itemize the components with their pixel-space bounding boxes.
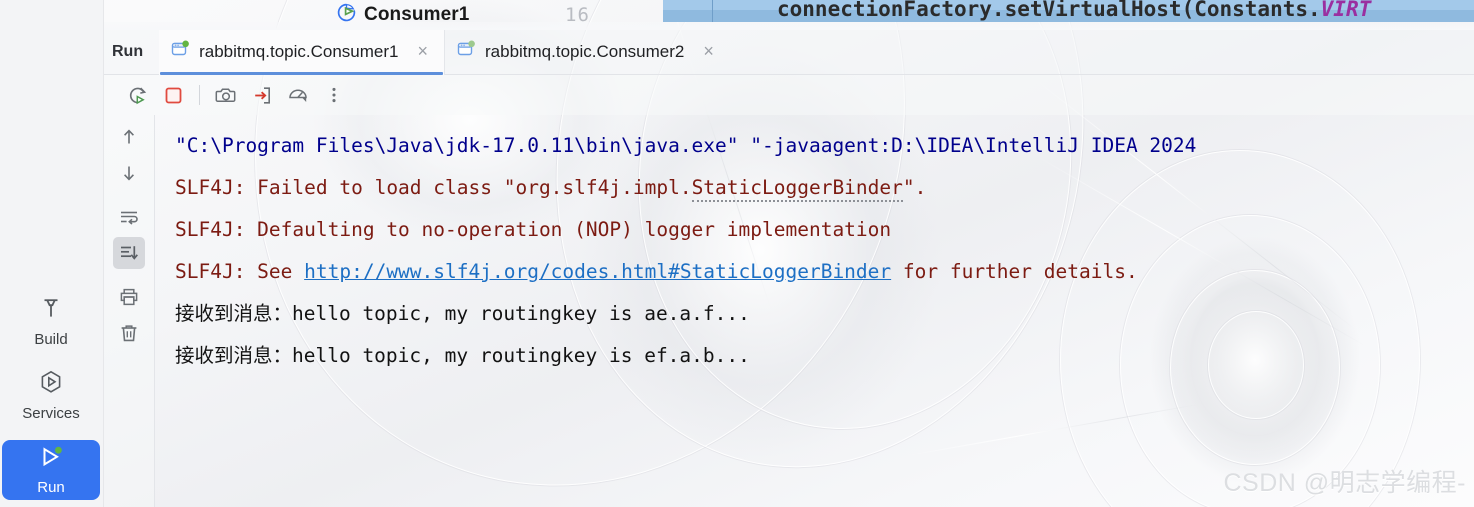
editor-code-text: connectionFactory.setVirtualHost(Constan… xyxy=(777,0,1321,21)
console-line: SLF4J: Defaulting to no-operation (NOP) … xyxy=(175,209,1474,251)
run-configuration-title: Consumer1 xyxy=(364,4,470,25)
console-line: SLF4J: Failed to load class "org.slf4j.i… xyxy=(175,167,1474,209)
console-error-text: SLF4J: Failed to load class "org.slf4j.i… xyxy=(175,176,692,199)
console-error-emphasis: StaticLoggerBinder xyxy=(691,176,903,202)
editor-peek-strip: 16 connectionFactory.setVirtualHost(Cons… xyxy=(0,0,1474,30)
console-line: SLF4J: See http://www.slf4j.org/codes.ht… xyxy=(175,251,1474,293)
editor-code-keyword: VIRT xyxy=(1320,0,1372,21)
sidebar-item-build[interactable]: Build xyxy=(2,289,100,353)
console-running-icon xyxy=(457,40,476,64)
hammer-icon xyxy=(38,295,64,326)
console-output-text: 接收到消息：hello topic, my routingkey is ef.a… xyxy=(175,344,750,367)
sidebar-item-services[interactable]: Services xyxy=(2,363,100,427)
console-running-icon xyxy=(171,40,190,64)
rerun-button[interactable] xyxy=(120,79,154,111)
console-command-text: "C:\Program Files\Java\jdk-17.0.11\bin\j… xyxy=(175,134,1197,157)
toolbar-divider xyxy=(199,85,200,105)
stop-button[interactable] xyxy=(156,79,190,111)
tab-consumer2[interactable]: rabbitmq.topic.Consumer2 × xyxy=(445,30,730,75)
scroll-to-end-icon[interactable] xyxy=(113,237,145,269)
tool-window-label: Run xyxy=(112,43,144,60)
sidebar-item-run[interactable]: Run xyxy=(2,440,100,500)
console-gutter xyxy=(104,115,155,507)
export-button[interactable] xyxy=(245,79,279,111)
tab-consumer1[interactable]: rabbitmq.topic.Consumer1 × xyxy=(159,29,444,75)
console-hyperlink[interactable]: http://www.slf4j.org/codes.html#StaticLo… xyxy=(304,260,891,283)
run-tab-row: Run rabbitmq.topic.Consumer1 × rabbitmq.… xyxy=(104,29,1474,75)
console-line: "C:\Program Files\Java\jdk-17.0.11\bin\j… xyxy=(175,125,1474,167)
close-icon[interactable]: × xyxy=(407,42,430,62)
down-arrow-icon[interactable] xyxy=(113,157,145,189)
console-body: "C:\Program Files\Java\jdk-17.0.11\bin\j… xyxy=(104,115,1474,507)
console-error-suffix: for further details. xyxy=(891,260,1138,283)
console-line: 接收到消息：hello topic, my routingkey is ae.a… xyxy=(175,293,1474,335)
close-icon[interactable]: × xyxy=(693,42,716,62)
screenshot-button[interactable] xyxy=(209,79,243,111)
sidebar-item-label: Services xyxy=(22,404,80,422)
more-options-button[interactable] xyxy=(317,79,351,111)
trash-icon[interactable] xyxy=(113,317,145,349)
up-arrow-icon[interactable] xyxy=(113,121,145,153)
services-play-icon xyxy=(38,369,64,400)
console-error-suffix: ". xyxy=(902,176,927,199)
editor-caret xyxy=(712,0,713,22)
run-tool-window: Run rabbitmq.topic.Consumer1 × rabbitmq.… xyxy=(104,29,1474,507)
soft-wrap-icon[interactable] xyxy=(113,201,145,233)
sidebar-item-label: Run xyxy=(37,478,65,496)
run-configuration-header[interactable]: Consumer1 xyxy=(330,0,475,30)
tab-label: rabbitmq.topic.Consumer1 xyxy=(199,42,399,61)
left-tool-window-stripe: Build Services Run xyxy=(0,0,104,507)
console-line: 接收到消息：hello topic, my routingkey is ef.a… xyxy=(175,335,1474,377)
editor-code-line: connectionFactory.setVirtualHost(Constan… xyxy=(777,0,1371,21)
sidebar-item-label: Build xyxy=(34,330,68,348)
run-configuration-icon xyxy=(336,2,357,28)
ide-window: 16 connectionFactory.setVirtualHost(Cons… xyxy=(0,0,1474,507)
console-output[interactable]: "C:\Program Files\Java\jdk-17.0.11\bin\j… xyxy=(155,115,1474,507)
run-play-icon xyxy=(37,445,65,474)
tab-label: rabbitmq.topic.Consumer2 xyxy=(485,42,685,61)
console-error-text: SLF4J: See xyxy=(175,260,305,283)
profiler-button[interactable] xyxy=(281,79,315,111)
console-error-text: SLF4J: Defaulting to no-operation (NOP) … xyxy=(175,218,892,241)
console-output-text: 接收到消息：hello topic, my routingkey is ae.a… xyxy=(175,302,750,325)
console-toolbar xyxy=(104,75,1474,115)
print-icon[interactable] xyxy=(113,281,145,313)
